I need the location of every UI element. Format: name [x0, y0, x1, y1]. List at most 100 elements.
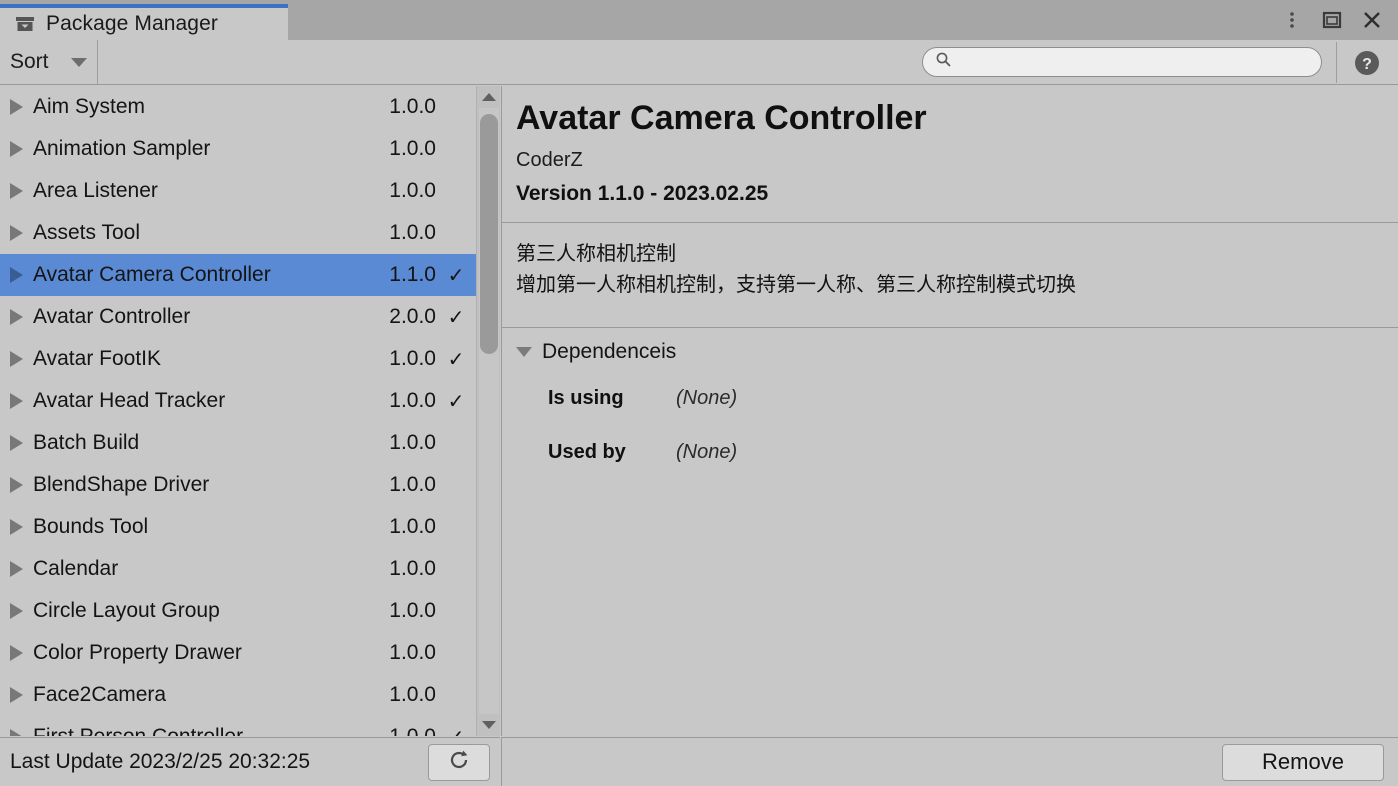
triangle-right-icon[interactable] [10, 435, 23, 451]
package-version: 1.0.0 [389, 95, 436, 118]
package-version: 1.1.0 [389, 263, 436, 286]
package-list-item[interactable]: Calendar 1.0.0 [0, 548, 476, 590]
tab-package-manager[interactable]: Package Manager [0, 4, 288, 40]
package-version: 1.0.0 [389, 683, 436, 706]
close-icon[interactable] [1354, 2, 1390, 38]
package-list-item[interactable]: Avatar FootIK 1.0.0 ✓ [0, 338, 476, 380]
dependencies-section: Dependenceis Is using (None) Used by (No… [502, 328, 1398, 480]
package-list-item[interactable]: Avatar Controller 2.0.0 ✓ [0, 296, 476, 338]
package-list-item[interactable]: Animation Sampler 1.0.0 [0, 128, 476, 170]
package-details: Avatar Camera Controller CoderZ Version … [501, 86, 1398, 736]
package-list-item[interactable]: Bounds Tool 1.0.0 [0, 506, 476, 548]
package-list-item[interactable]: Face2Camera 1.0.0 [0, 674, 476, 716]
package-version: 1.0.0 [389, 221, 436, 244]
package-version: 1.0.0 [389, 641, 436, 664]
package-list[interactable]: Aim System 1.0.0 Animation Sampler 1.0.0 Are… [0, 86, 476, 736]
dependencies-header[interactable]: Dependenceis [516, 340, 1384, 364]
package-list-item[interactable]: Circle Layout Group 1.0.0 [0, 590, 476, 632]
triangle-right-icon[interactable] [10, 393, 23, 409]
package-name: Calendar [33, 557, 119, 580]
list-scrollbar[interactable] [476, 86, 500, 736]
package-name: Avatar Head Tracker [33, 389, 226, 412]
dependency-row-used-by: Used by (None) [516, 426, 1384, 480]
triangle-right-icon[interactable] [10, 561, 23, 577]
package-name: First Person Controller [33, 725, 350, 736]
package-list-item[interactable]: Avatar Head Tracker 1.0.0 ✓ [0, 380, 476, 422]
package-manager-window: Package Manager Sort ? Aim System 1.0.0 … [0, 0, 1398, 786]
toolbar: Sort ? [0, 40, 1398, 85]
installed-check-icon: ✓ [436, 725, 476, 737]
package-name: BlendShape Driver [33, 473, 210, 496]
package-list-item[interactable]: Assets Tool 1.0.0 [0, 212, 476, 254]
search-input[interactable] [960, 53, 1310, 71]
triangle-right-icon[interactable] [10, 645, 23, 661]
package-list-item[interactable]: Aim System 1.0.0 [0, 86, 476, 128]
package-name: Avatar Controller [33, 305, 191, 328]
installed-check-icon: ✓ [447, 390, 465, 413]
titlebar: Package Manager [0, 0, 1398, 40]
refresh-button[interactable] [428, 743, 490, 781]
package-version: 1.0.0 [389, 179, 436, 202]
package-version: 1.0.0 [389, 431, 436, 454]
triangle-right-icon[interactable] [10, 225, 23, 241]
package-name: Color Property Drawer [33, 641, 242, 664]
statusbar: Last Update 2023/2/25 20:32:25 [0, 737, 500, 786]
search-field[interactable] [922, 47, 1322, 77]
scrollbar-thumb[interactable] [480, 114, 498, 354]
last-update-label: Last Update 2023/2/25 20:32:25 [10, 750, 311, 773]
package-name: Aim System [33, 95, 146, 118]
triangle-right-icon[interactable] [10, 351, 23, 367]
window-controls [1274, 0, 1390, 40]
triangle-right-icon[interactable] [10, 729, 23, 736]
details-header: Avatar Camera Controller CoderZ Version … [502, 86, 1398, 222]
package-name: Batch Build [33, 431, 140, 454]
package-list-item[interactable]: Color Property Drawer 1.0.0 [0, 632, 476, 674]
dependency-label: Used by [548, 441, 626, 464]
triangle-right-icon[interactable] [10, 603, 23, 619]
remove-button[interactable]: Remove [1222, 743, 1384, 781]
triangle-right-icon[interactable] [10, 141, 23, 157]
package-box-icon [14, 13, 36, 35]
description-line: 第三人称相机控制 [516, 242, 676, 265]
package-version: 2.0.0 [389, 305, 436, 328]
triangle-right-icon[interactable] [10, 99, 23, 115]
package-version-line: Version 1.1.0 - 2023.02.25 [516, 181, 769, 205]
triangle-right-icon[interactable] [10, 309, 23, 325]
installed-check-icon: ✓ [447, 264, 465, 287]
package-version: 1.0.0 [350, 725, 436, 736]
package-author: CoderZ [516, 148, 583, 171]
package-list-item[interactable]: Avatar Camera Controller 1.1.0 ✓ [0, 254, 476, 296]
package-list-item[interactable]: First Person Controller1.0.0✓ [0, 716, 476, 736]
package-name: Assets Tool [33, 221, 140, 244]
triangle-right-icon[interactable] [10, 687, 23, 703]
sort-dropdown[interactable]: Sort [0, 40, 98, 84]
package-list-item[interactable]: BlendShape Driver 1.0.0 [0, 464, 476, 506]
triangle-up-icon[interactable] [477, 86, 501, 108]
triangle-right-icon[interactable] [10, 477, 23, 493]
dependency-label: Is using [548, 387, 624, 410]
triangle-right-icon[interactable] [10, 519, 23, 535]
package-version: 1.0.0 [389, 557, 436, 580]
tab-label: Package Manager [46, 12, 218, 35]
maximize-icon[interactable] [1314, 2, 1350, 38]
description-line: 增加第一人称相机控制，支持第一人称、第三人称控制模式切换 [516, 273, 1076, 296]
package-version: 1.0.0 [389, 389, 436, 412]
package-name: Avatar Camera Controller [33, 263, 271, 286]
package-name: Animation Sampler [33, 137, 211, 160]
package-name: Face2Camera [33, 683, 167, 706]
package-list-item[interactable]: Batch Build 1.0.0 [0, 422, 476, 464]
dependency-value: (None) [676, 387, 738, 410]
package-version: 1.0.0 [389, 599, 436, 622]
toolbar-divider [1336, 42, 1337, 83]
triangle-down-icon [516, 346, 532, 357]
help-circle-icon[interactable]: ? [1352, 48, 1382, 78]
triangle-right-icon[interactable] [10, 267, 23, 283]
overflow-menu-icon[interactable] [1274, 2, 1310, 38]
package-name: Area Listener [33, 179, 158, 202]
search-icon [935, 51, 952, 73]
triangle-right-icon[interactable] [10, 183, 23, 199]
package-name: Circle Layout Group [33, 599, 220, 622]
package-name: Avatar FootIK [33, 347, 162, 370]
triangle-down-icon[interactable] [477, 714, 501, 736]
package-list-item[interactable]: Area Listener 1.0.0 [0, 170, 476, 212]
